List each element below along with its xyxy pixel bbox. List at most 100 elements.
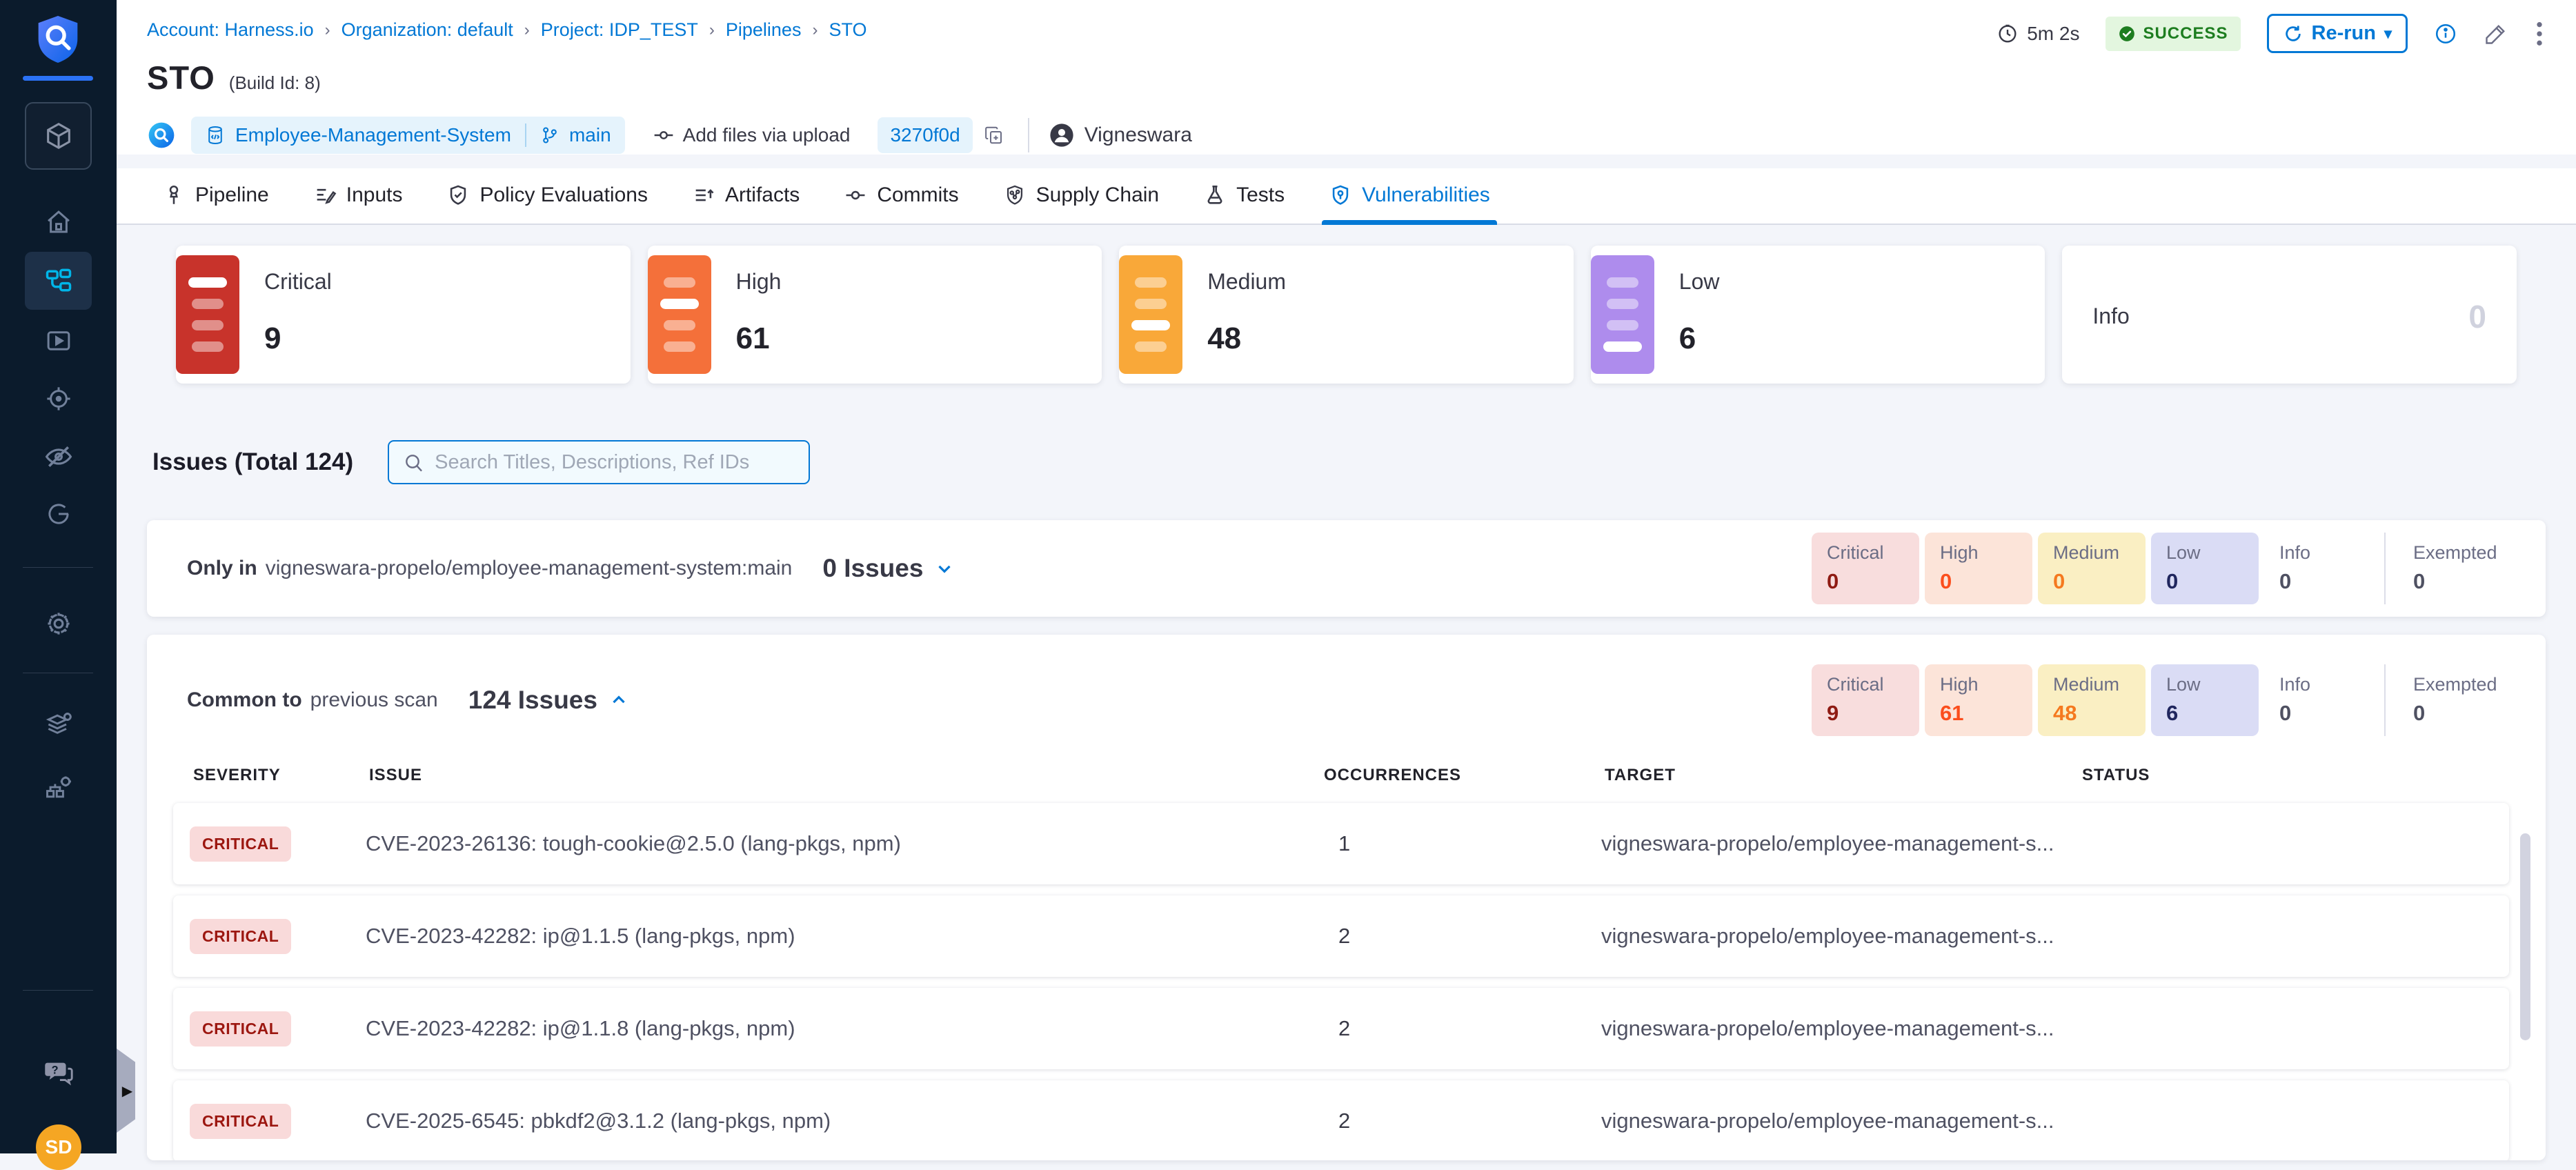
breadcrumb-account[interactable]: Account: Harness.io: [147, 19, 314, 41]
page-header: Account: Harness.io › Organization: defa…: [117, 0, 2576, 155]
section-count-toggle[interactable]: 124 Issues: [468, 686, 629, 715]
logo-accent-bar: [23, 76, 93, 81]
section-prefix: Only in: [187, 557, 257, 580]
severity-card-low: Low 6: [1591, 246, 2045, 384]
section-prefix: Common to: [187, 688, 302, 712]
section-common-to-header[interactable]: Common to previous scan 124 Issues Criti…: [147, 635, 2546, 766]
severity-badge: CRITICAL: [190, 919, 291, 954]
chip-divider: [2384, 533, 2386, 604]
severity-card-value: 9: [264, 321, 281, 356]
inputs-tab-icon: [313, 184, 337, 207]
copy-icon: [984, 125, 1004, 146]
chip-info: Info 0: [2264, 664, 2372, 736]
sidebar-item-getting-started[interactable]: [25, 485, 92, 543]
chip-high: High 0: [1925, 533, 2032, 604]
tab-tests[interactable]: Tests: [1203, 184, 1285, 224]
sidebar-item-targets[interactable]: [25, 370, 92, 428]
table-scrollbar-thumb[interactable]: [2520, 833, 2530, 1040]
issue-row[interactable]: CRITICAL CVE-2023-26136: tough-cookie@2.…: [173, 803, 2509, 884]
medium-gauge-icon: [1119, 255, 1182, 374]
edit-pipeline-button[interactable]: [2484, 21, 2508, 46]
search-input[interactable]: [388, 440, 810, 484]
author-name: Vigneswara: [1084, 123, 1192, 147]
severity-badge: CRITICAL: [190, 826, 291, 862]
chip-exempted: Exempted 0: [2398, 664, 2506, 736]
policy-tab-icon: [446, 184, 470, 207]
tab-inputs[interactable]: Inputs: [313, 184, 403, 224]
severity-card-value: 0: [2468, 298, 2486, 335]
severity-card-label: Medium: [1207, 269, 1286, 295]
sidebar-item-home[interactable]: [25, 193, 92, 251]
target-name: vigneswara-propelo/employee-management-s…: [1601, 924, 2079, 949]
build-id: (Build Id: 8): [229, 72, 321, 94]
pipeline-tab-icon: [162, 184, 186, 207]
sidebar-item-settings[interactable]: [25, 595, 92, 653]
tab-policy-evaluations[interactable]: Policy Evaluations: [446, 184, 647, 224]
severity-chips: Critical 0 High 0 Medium 0 Low 0: [1812, 533, 2506, 604]
target-name: vigneswara-propelo/employee-management-s…: [1601, 1109, 2079, 1133]
repo-name-link[interactable]: Employee-Management-System: [235, 124, 511, 146]
severity-card-value: 48: [1207, 321, 1241, 356]
sidebar-item-pipelines[interactable]: [25, 252, 92, 310]
issues-table-header: SEVERITY ISSUE OCCURRENCES TARGET STATUS: [147, 766, 2546, 803]
sto-shield-logo[interactable]: [34, 14, 81, 65]
rerun-button[interactable]: Re-run ▾: [2267, 14, 2408, 53]
issue-title: CVE-2025-6545: pbkdf2@3.1.2 (lang-pkgs, …: [366, 1109, 1320, 1133]
home-icon: [44, 208, 73, 237]
sidebar-item-help-chat[interactable]: ?: [25, 1043, 92, 1101]
breadcrumb-separator: ›: [524, 21, 530, 40]
issue-title: CVE-2023-26136: tough-cookie@2.5.0 (lang…: [366, 831, 1320, 856]
occurrences-count: 2: [1320, 1109, 1601, 1133]
section-only-in-header[interactable]: Only in vigneswara-propelo/employee-mana…: [147, 520, 2546, 617]
page-title: STO: [147, 59, 215, 97]
run-info-button[interactable]: [2434, 22, 2457, 46]
tab-artifacts[interactable]: Artifacts: [692, 184, 800, 224]
issue-row[interactable]: CRITICAL CVE-2023-42282: ip@1.1.8 (lang-…: [173, 988, 2509, 1069]
section-count-toggle[interactable]: 0 Issues: [822, 554, 955, 583]
severity-card-critical: Critical 9: [176, 246, 631, 384]
severity-card-value: 6: [1679, 321, 1696, 356]
col-severity: SEVERITY: [193, 766, 369, 785]
section-scope: previous scan: [310, 688, 438, 712]
commit-author: Vigneswara: [1049, 122, 1192, 148]
issue-row[interactable]: CRITICAL CVE-2023-42282: ip@1.1.5 (lang-…: [173, 895, 2509, 977]
branch-name-link[interactable]: main: [569, 124, 611, 146]
module-selector-button[interactable]: [25, 102, 92, 170]
section-count: 124 Issues: [468, 686, 597, 715]
refresh-icon: [2283, 23, 2303, 44]
tab-supply-chain[interactable]: Supply Chain: [1003, 184, 1159, 224]
executions-icon: [44, 326, 73, 355]
duration-text: 5m 2s: [2027, 23, 2079, 45]
tab-pipeline[interactable]: Pipeline: [162, 184, 269, 224]
vertical-divider: [1028, 118, 1029, 152]
more-options-button[interactable]: [2535, 20, 2544, 48]
severity-card-label: Critical: [264, 269, 332, 295]
tab-label: Inputs: [346, 184, 403, 207]
copy-sha-button[interactable]: [984, 125, 1004, 146]
pipelines-icon: [43, 266, 74, 296]
issue-row[interactable]: CRITICAL CVE-2025-6545: pbkdf2@3.1.2 (la…: [173, 1080, 2509, 1160]
tab-vulnerabilities[interactable]: Vulnerabilities: [1329, 184, 1490, 224]
status-badge: SUCCESS: [2106, 17, 2240, 51]
vulnerabilities-tab-icon: [1329, 184, 1352, 207]
breadcrumb-organization[interactable]: Organization: default: [341, 19, 513, 41]
user-avatar[interactable]: SD: [36, 1124, 81, 1170]
chip-info: Info 0: [2264, 533, 2372, 604]
sidebar-item-org-resources[interactable]: [25, 759, 92, 817]
sidebar-item-baselines[interactable]: [25, 428, 92, 486]
tab-label: Tests: [1236, 184, 1285, 207]
tab-commits[interactable]: Commits: [844, 184, 958, 224]
col-target: TARGET: [1605, 766, 2082, 785]
sidebar-item-project-resources[interactable]: [25, 695, 92, 753]
breadcrumb-pipelines[interactable]: Pipelines: [726, 19, 802, 41]
sidebar-item-executions[interactable]: [25, 312, 92, 370]
breadcrumb-project[interactable]: Project: IDP_TEST: [541, 19, 698, 41]
issue-title: CVE-2023-42282: ip@1.1.8 (lang-pkgs, npm…: [366, 1016, 1320, 1041]
sidebar-expand-handle[interactable]: ▶: [117, 1049, 135, 1133]
search-wrap: [388, 440, 810, 484]
git-branch-icon: [540, 126, 559, 145]
col-issue: ISSUE: [369, 766, 1324, 785]
breadcrumb-pipeline-name[interactable]: STO: [829, 19, 866, 41]
occurrences-count: 1: [1320, 831, 1601, 856]
commit-sha-link[interactable]: 3270f0d: [878, 117, 972, 153]
